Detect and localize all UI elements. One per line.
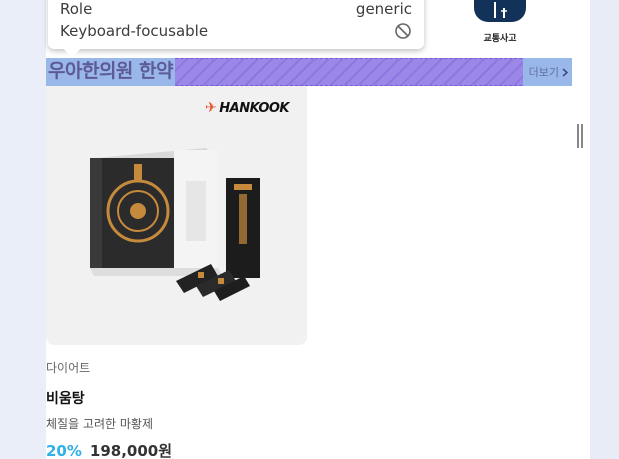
- tooltip-row-focusable: Keyboard-focusable: [60, 20, 412, 42]
- not-allowed-icon: [395, 23, 411, 39]
- tooltip-label: Keyboard-focusable: [60, 22, 209, 40]
- brand-wing-icon: ✈: [205, 100, 217, 116]
- product-name[interactable]: 비움탕: [46, 388, 85, 408]
- product-photo: [90, 148, 260, 301]
- product-description: 체질을 고려한 마황제: [46, 417, 153, 431]
- category-label: 교통사고: [483, 34, 517, 44]
- tooltip-value: generic: [355, 0, 412, 18]
- edge-strip: [590, 0, 619, 459]
- tooltip-label: Role: [60, 0, 93, 18]
- inspect-tooltip: Role generic Keyboard-focusable: [48, 0, 424, 49]
- right-gutter: [572, 0, 590, 459]
- product-image[interactable]: ✈ HANKOOK: [46, 86, 307, 345]
- chevron-right-icon: [562, 67, 568, 77]
- brand-name: HANKOOK: [219, 100, 289, 116]
- tooltip-row-role: Role generic: [60, 0, 412, 20]
- traffic-category-button[interactable]: [474, 0, 526, 22]
- brand-logo: ✈ HANKOOK: [205, 100, 289, 116]
- traffic-icon: [494, 2, 507, 18]
- more-link[interactable]: 더보기: [523, 58, 572, 86]
- discount-badge: 20%: [46, 442, 82, 459]
- price-amount: 198,000원: [89, 442, 173, 459]
- product-price: 20% 198,000원: [46, 440, 172, 459]
- tooltip-arrow: [64, 49, 80, 58]
- section-title: 우아한의원 한약: [46, 58, 175, 86]
- product-category: 다이어트: [46, 361, 91, 375]
- scroll-handle[interactable]: [577, 124, 583, 148]
- more-label: 더보기: [528, 66, 559, 79]
